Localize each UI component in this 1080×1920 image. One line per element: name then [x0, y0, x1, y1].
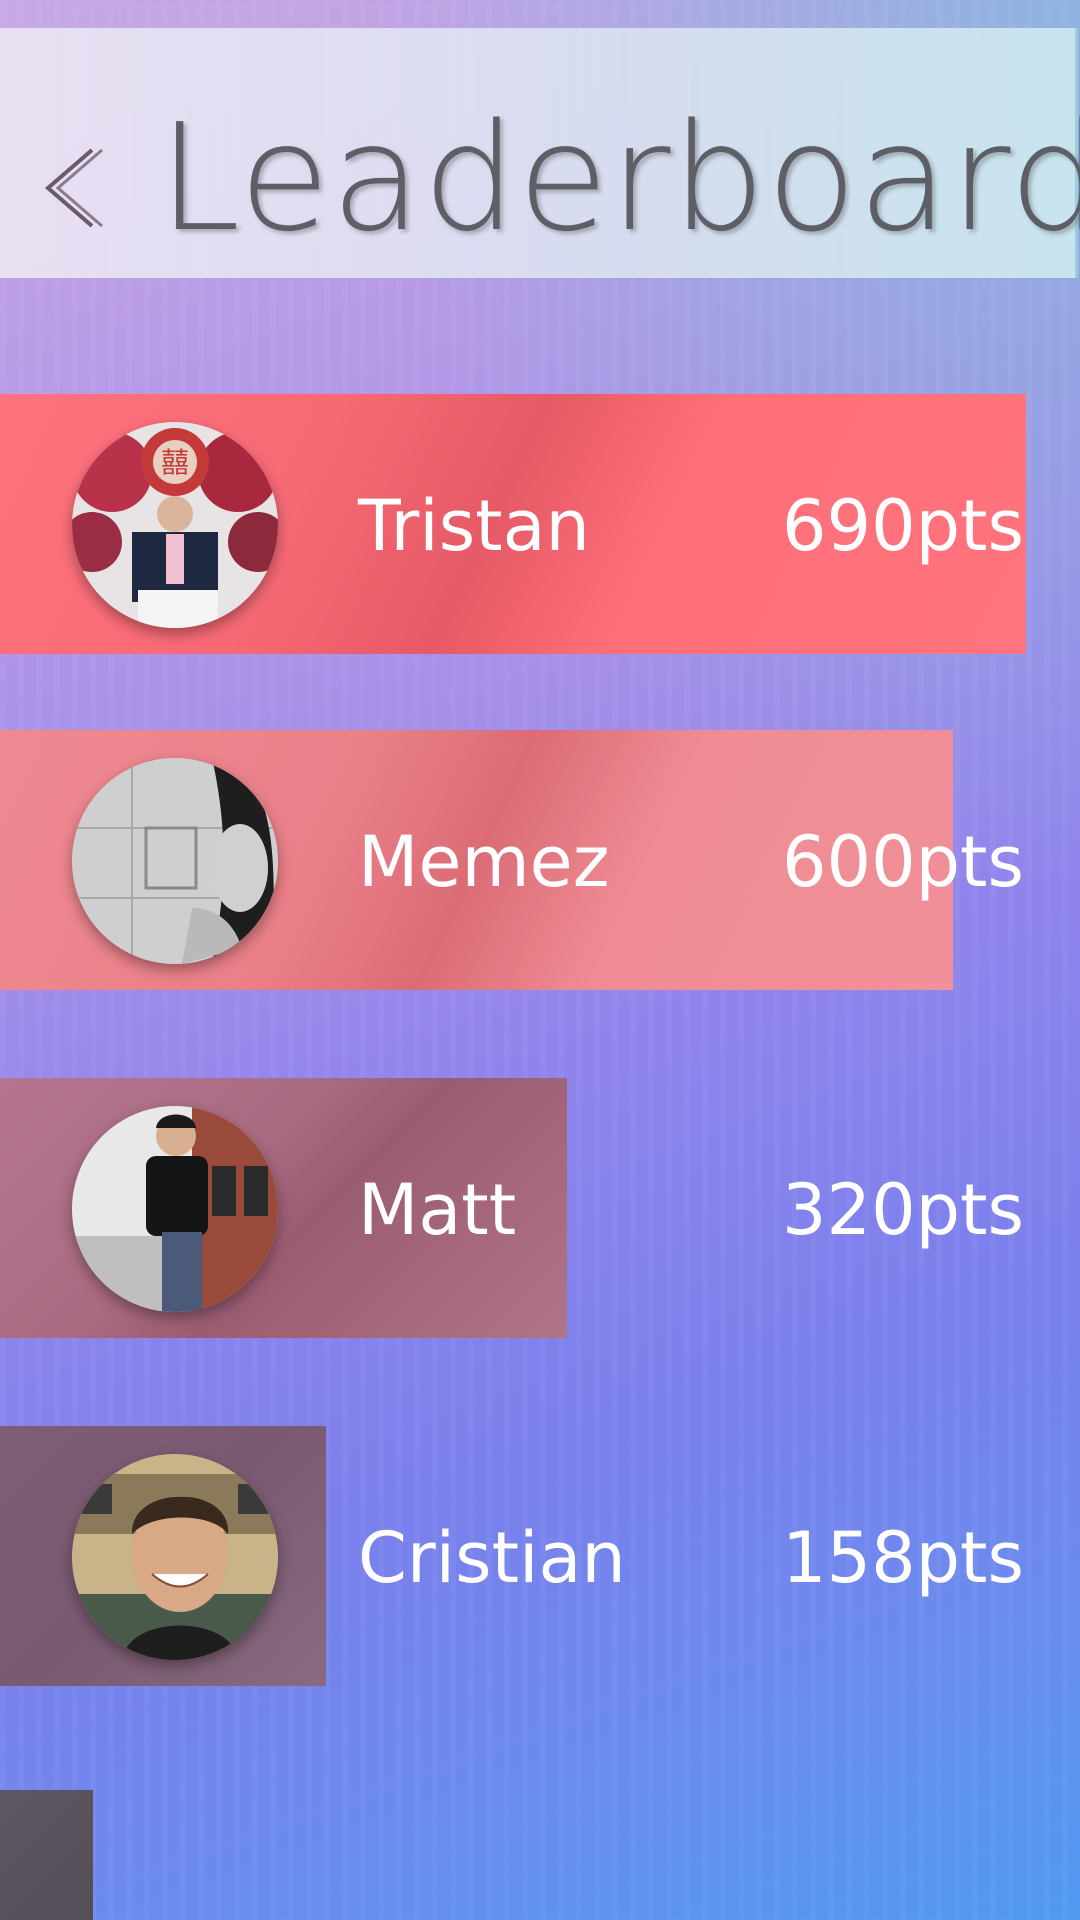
score-bar — [0, 1790, 93, 1920]
player-name: Matt — [358, 1169, 517, 1251]
player-points: 690pts — [782, 485, 1024, 567]
svg-text:囍: 囍 — [161, 446, 189, 479]
player-points: 600pts — [782, 821, 1024, 903]
avatar — [72, 1454, 278, 1660]
player-name: Memez — [358, 821, 610, 903]
player-name: Cristian — [358, 1517, 626, 1599]
leaderboard-row-1[interactable]: 囍 Tristan 690pts — [0, 394, 1026, 654]
avatar: 囍 — [72, 422, 278, 628]
header-bar: Leaderboard — [0, 28, 1080, 278]
avatar — [72, 758, 278, 964]
player-points: 320pts — [782, 1169, 1024, 1251]
leaderboard-row-5[interactable] — [0, 1790, 93, 1920]
chevron-left-icon — [44, 148, 103, 228]
avatar — [72, 1106, 278, 1312]
player-name: Tristan — [358, 485, 590, 567]
leaderboard-row-3[interactable]: Matt 320pts — [0, 1078, 1026, 1338]
player-points: 158pts — [782, 1517, 1024, 1599]
leaderboard-row-2[interactable]: Memez 600pts — [0, 730, 1026, 990]
back-button[interactable] — [30, 138, 110, 238]
leaderboard-row-4[interactable]: Cristian 158pts — [0, 1426, 1026, 1686]
page-title: Leaderboard — [158, 92, 1080, 264]
